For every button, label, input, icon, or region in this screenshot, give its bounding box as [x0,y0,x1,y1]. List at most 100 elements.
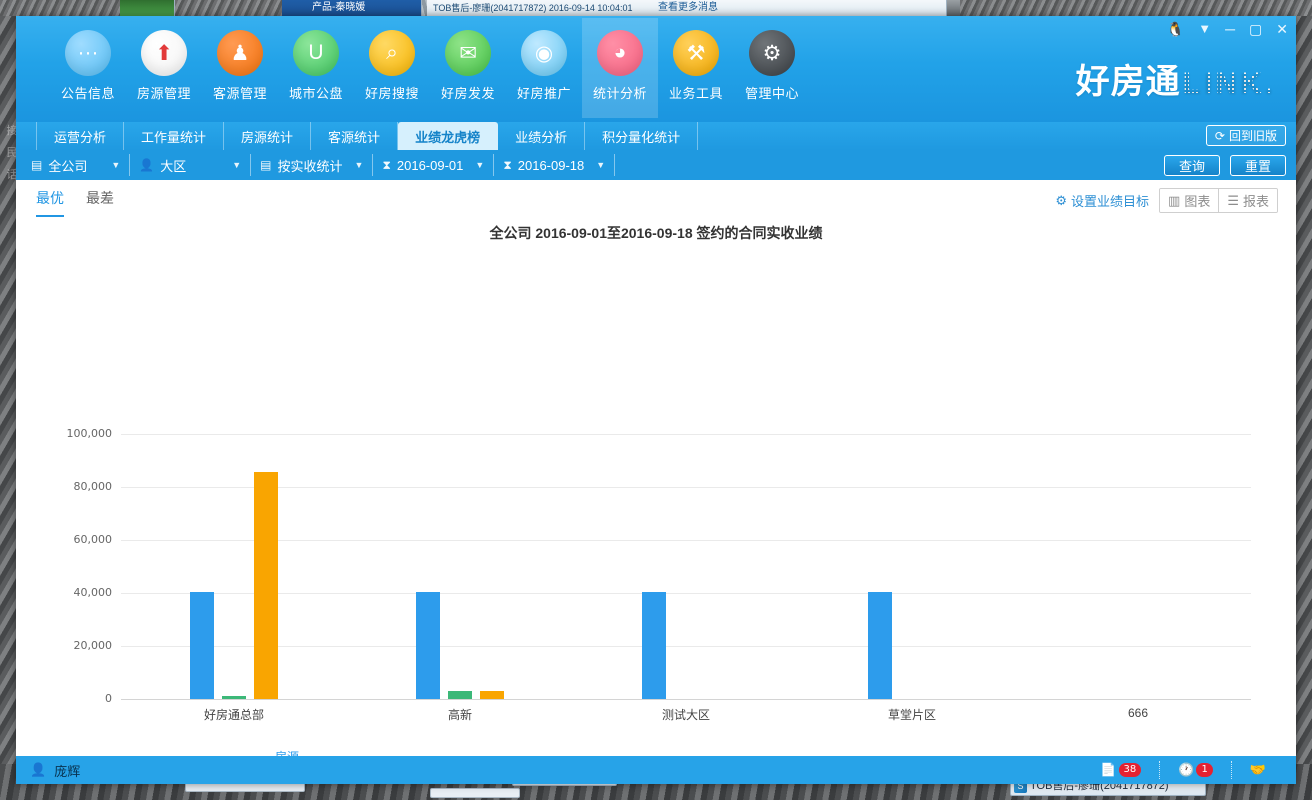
chevron-down-icon[interactable]: ▼ [1198,20,1211,38]
person-icon: 👤 [30,762,47,777]
nav-item-manage[interactable]: ⚙ 管理中心 [734,18,810,118]
reset-button[interactable]: 重置 [1230,154,1286,176]
back-to-old-version-button[interactable]: ⟳ 回到旧版 [1205,125,1286,146]
nav-item-promote[interactable]: ◉ 好房推广 [506,18,582,118]
subnav-item-operations[interactable]: 运营分析 [36,122,125,150]
search-icon: ⌕ [369,30,415,76]
application-window: 🐧 ▼ ─ ▢ ✕ ··· 公告信息 ⬆ 房源管理 ♟ 客源管理 U 城市公盘 [16,16,1296,784]
view-report-label: 报表 [1242,194,1269,209]
subnav-item-workload[interactable]: 工作量统计 [124,122,225,150]
chevron-down-icon: ▼ [475,160,485,170]
bar[interactable] [642,591,666,699]
app-header: 🐧 ▼ ─ ▢ ✕ ··· 公告信息 ⬆ 房源管理 ♟ 客源管理 U 城市公盘 [16,16,1296,122]
brand-logo: 好房通 LINK. [1076,54,1276,103]
footer-user-name: 庞辉 [54,763,81,779]
chevron-down-icon: ▼ [111,160,121,170]
view-report-button[interactable]: ☰ 报表 [1218,189,1277,212]
chevron-down-icon: ▼ [596,160,606,170]
view-chart-button[interactable]: ▥ 图表 [1160,189,1219,212]
subnav-item-leaderboard[interactable]: 业绩龙虎榜 [398,122,499,150]
background-window-title: 查看更多消息 [658,2,718,13]
gear-icon: ⚙ [749,30,795,76]
main-nav: ··· 公告信息 ⬆ 房源管理 ♟ 客源管理 U 城市公盘 ⌕ 好房搜搜 ✉ 好… [50,18,810,118]
reminder-badge: 1 [1196,763,1213,777]
y-axis-tick: 100,000 [66,427,113,440]
content-area: 最优 最差 ⚙ 设置业绩目标 ▥ 图表 ☰ 报表 全公司 2016-09-01至… [16,180,1296,784]
subnav-item-house-stats[interactable]: 房源统计 [224,122,312,150]
grid-line [121,540,1251,541]
query-button[interactable]: 查询 [1164,154,1220,176]
minimize-button[interactable]: ─ [1225,20,1235,38]
person-icon: 👤 [139,158,155,172]
background-mini-window [430,788,520,798]
gear-icon: ⚙ [1055,192,1067,208]
refresh-icon: ⟳ [1214,128,1225,143]
filter-date-start[interactable]: ⧗ 2016-09-01 ▼ [373,154,495,176]
nav-item-label: 城市公盘 [288,86,343,101]
nav-item-client[interactable]: ♟ 客源管理 [202,18,278,118]
background-window-green [120,0,175,16]
nav-item-tools[interactable]: ⚒ 业务工具 [658,18,734,118]
bar[interactable] [254,472,278,699]
nav-item-statistics[interactable]: ◕ 统计分析 [582,18,658,118]
tab-best[interactable]: 最优 [36,188,64,217]
subnav-item-client-stats[interactable]: 客源统计 [311,122,399,150]
filter-company[interactable]: ▤ 全公司 ▼ [22,154,131,176]
nav-item-send[interactable]: ✉ 好房发发 [430,18,506,118]
footer-user[interactable]: 👤 庞辉 [30,761,80,780]
list-icon: ☰ [1227,192,1239,208]
y-axis-tick: 80,000 [73,480,113,493]
document-badge: 38 [1118,763,1142,777]
back-to-old-version-label: 回到旧版 [1228,129,1277,143]
building-icon: ▤ [31,158,43,172]
nav-item-label: 管理中心 [744,86,799,101]
nav-item-label: 业务工具 [668,86,723,101]
subnav-item-performance[interactable]: 业绩分析 [498,122,586,150]
filter-date-end[interactable]: ⧗ 2016-09-18 ▼ [494,154,616,176]
grid-line [121,646,1251,647]
nav-item-search[interactable]: ⌕ 好房搜搜 [354,18,430,118]
nav-item-label: 客源管理 [212,86,267,101]
bar[interactable] [222,696,246,699]
close-button[interactable]: ✕ [1276,20,1288,38]
nav-item-house[interactable]: ⬆ 房源管理 [126,18,202,118]
person-icon: ♟ [217,30,263,76]
footer-deals[interactable]: 🤝 [1232,761,1284,779]
bar[interactable] [448,690,472,699]
filter-region[interactable]: 👤 大区 ▼ [130,154,252,176]
background-photo [960,0,1312,16]
maximize-button[interactable]: ▢ [1249,20,1262,38]
nav-item-label: 好房搜搜 [364,86,419,101]
footer-status-icons: 📄 38 🕐 1 🤝 [1082,756,1284,784]
bar[interactable] [480,691,504,699]
y-axis-tick: 20,000 [73,639,113,652]
filter-region-label: 大区 [160,158,187,174]
set-goal-button[interactable]: ⚙ 设置业绩目标 [1055,191,1149,210]
x-axis-label: 测试大区 [661,708,711,722]
grid-line [121,699,1251,700]
bar[interactable] [416,591,440,699]
x-axis-label: 好房通总部 [203,708,265,722]
bar[interactable] [190,591,214,699]
penguin-icon[interactable]: 🐧 [1167,20,1184,38]
swirl-icon: ◉ [521,30,567,76]
calendar-icon: ⧗ [382,157,391,172]
x-axis-label: 高新 [447,708,473,722]
filter-date-end-label: 2016-09-18 [517,157,585,173]
chart-title: 全公司 2016-09-01至2016-09-18 签约的合同实收业绩 [489,225,823,241]
y-axis-tick: 60,000 [73,533,113,546]
filter-bar: ▤ 全公司 ▼ 👤 大区 ▼ ▤ 按实收统计 ▼ ⧗ 2016-09-01 ▼ … [16,150,1296,180]
result-tabs: 最优 最差 [36,188,114,217]
view-switcher: ▥ 图表 ☰ 报表 [1159,188,1278,213]
subnav-item-points[interactable]: 积分量化统计 [585,122,699,150]
footer-documents[interactable]: 📄 38 [1082,761,1161,779]
nav-item-announcement[interactable]: ··· 公告信息 [50,18,126,118]
nav-item-city[interactable]: U 城市公盘 [278,18,354,118]
footer-reminders[interactable]: 🕐 1 [1160,761,1232,779]
bar[interactable] [868,591,892,699]
tab-worst[interactable]: 最差 [86,188,114,217]
chevron-down-icon: ▼ [232,160,242,170]
grid-line [121,434,1251,435]
nav-item-label: 好房推广 [516,86,571,101]
filter-stat-mode[interactable]: ▤ 按实收统计 ▼ [251,154,374,176]
